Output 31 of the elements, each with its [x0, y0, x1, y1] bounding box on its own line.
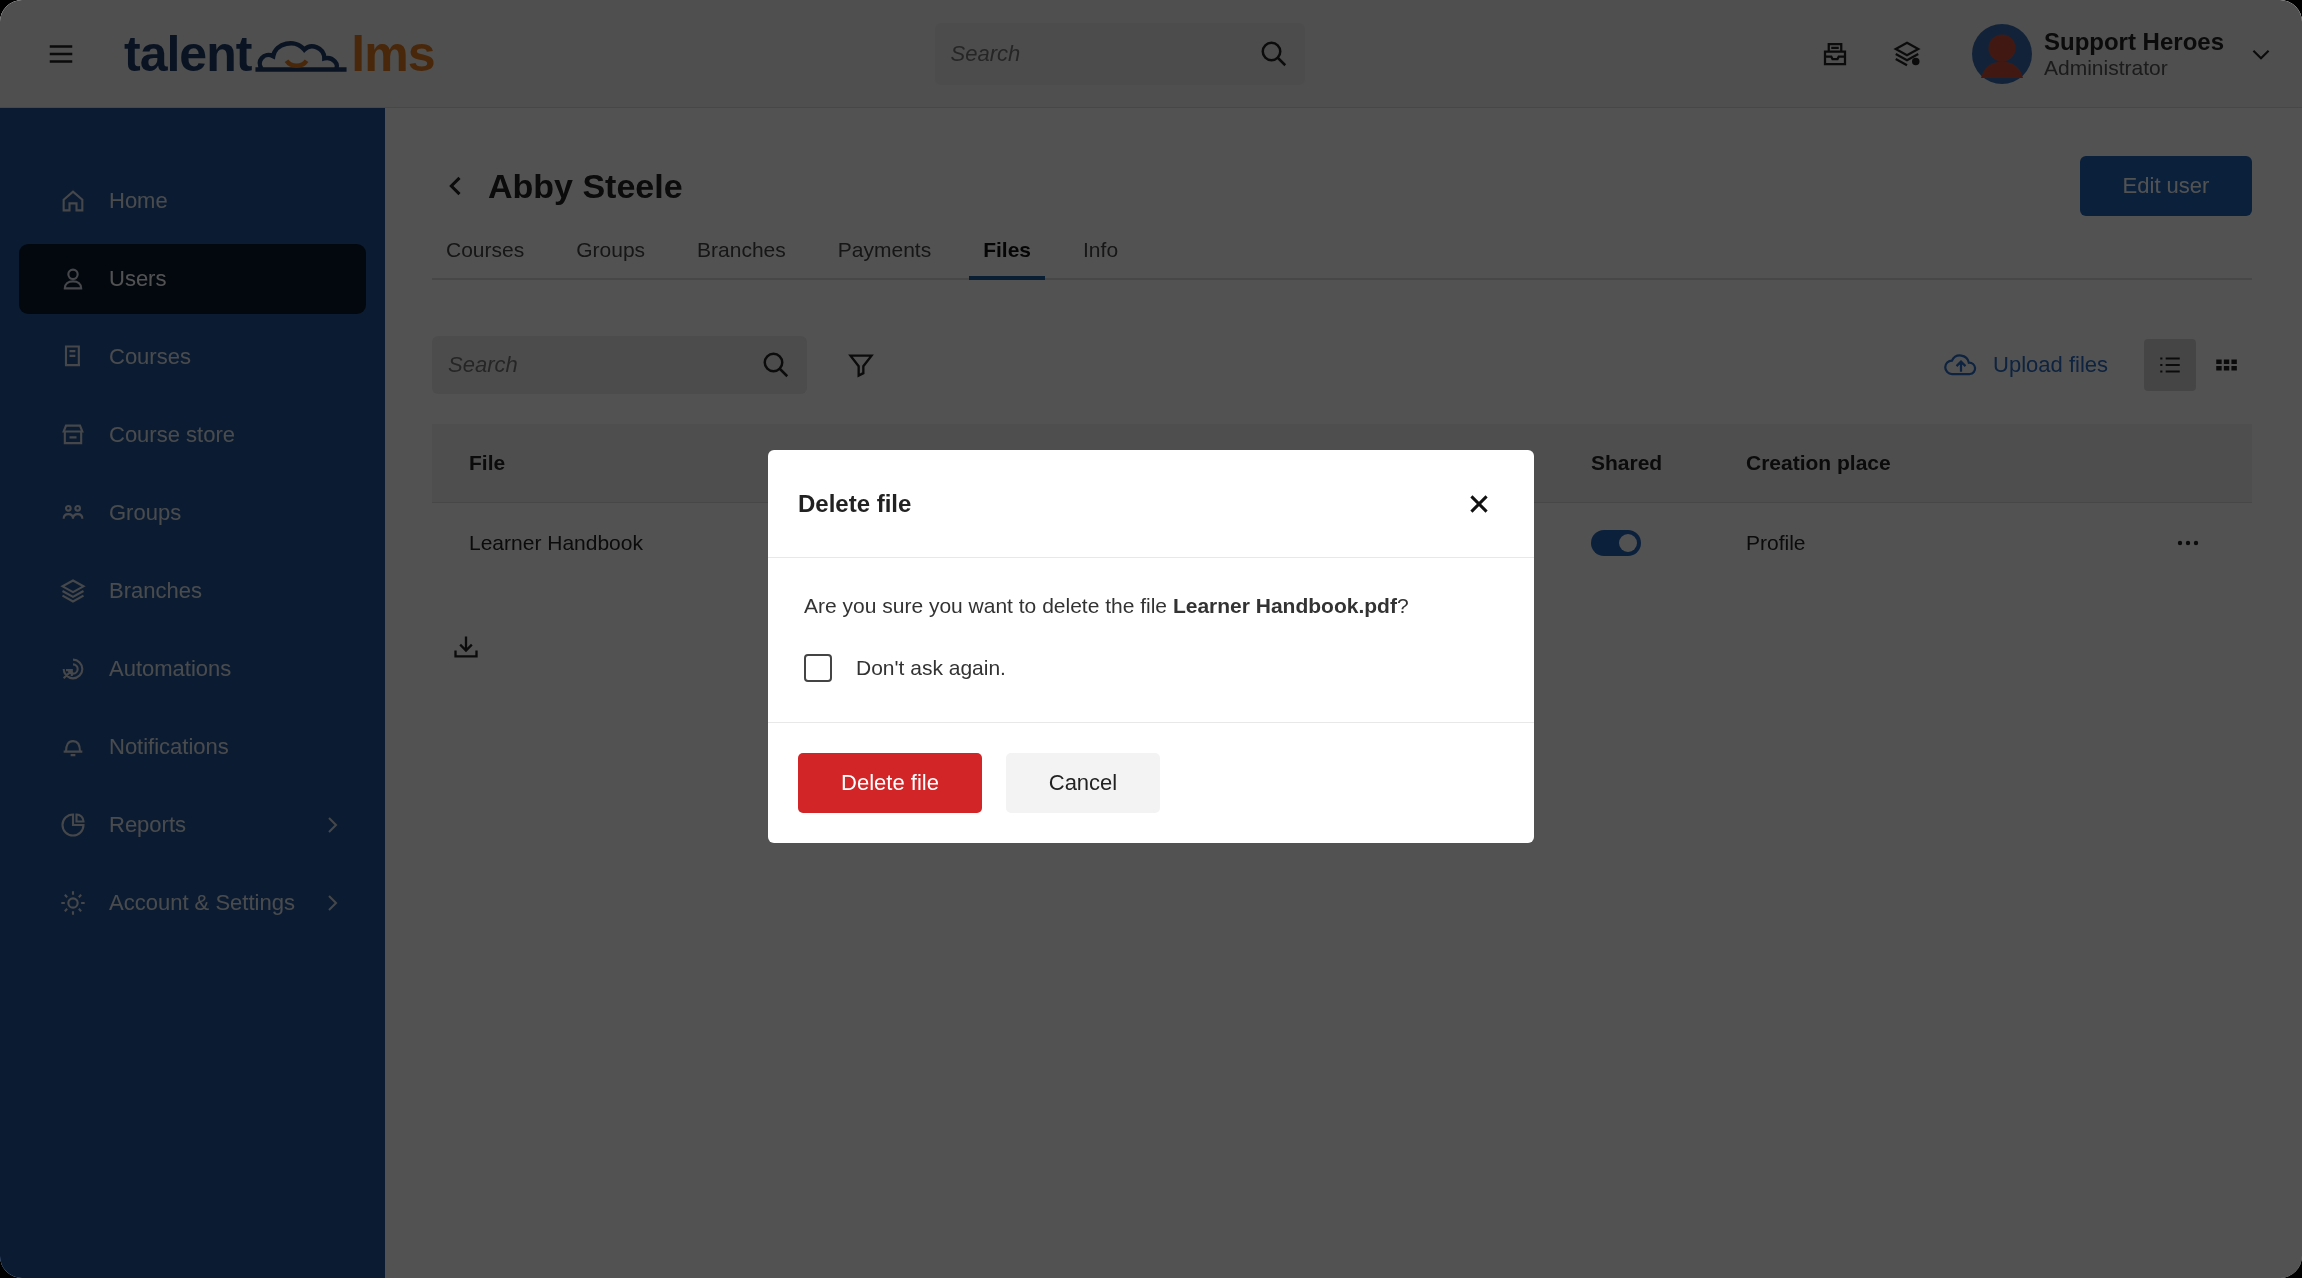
- cancel-button[interactable]: Cancel: [1006, 753, 1160, 813]
- page-title: Abby Steele: [488, 166, 683, 206]
- edit-user-button[interactable]: Edit user: [2080, 156, 2252, 216]
- checkbox[interactable]: [804, 654, 832, 682]
- column-header: Shared: [1591, 451, 1664, 475]
- layers-icon: [59, 577, 87, 605]
- tab[interactable]: Info: [1069, 228, 1133, 280]
- pie-chart-icon: [59, 811, 87, 839]
- list-view-button[interactable]: [2144, 339, 2196, 391]
- column-header: Creation place: [1746, 451, 1892, 475]
- tab[interactable]: Groups: [562, 228, 660, 280]
- logo-text: talent: [124, 24, 252, 83]
- delete-button[interactable]: Delete file: [798, 753, 982, 813]
- sidebar-item[interactable]: Users: [19, 244, 366, 314]
- search-icon[interactable]: [761, 350, 791, 380]
- dialog-title: Delete file: [798, 489, 912, 518]
- user-name: Support Heroes: [2043, 27, 2224, 56]
- logo-text: lms: [351, 24, 435, 83]
- table-cell-text: Learner Handbook: [468, 531, 644, 555]
- more-icon[interactable]: [2176, 539, 2200, 547]
- tab[interactable]: Files: [969, 228, 1046, 280]
- column-header: File: [468, 451, 507, 475]
- upload-files-button[interactable]: Upload files: [1937, 350, 2114, 380]
- shared-toggle[interactable]: [1591, 530, 1641, 556]
- tab[interactable]: Branches: [683, 228, 800, 280]
- tab[interactable]: Payments: [823, 228, 946, 280]
- dialog-message: Are you sure you want to delete the file Learner Handbook.pdf?: [804, 594, 1410, 618]
- avatar[interactable]: [1971, 23, 2032, 84]
- table-cell-text: Profile: [1746, 531, 1807, 555]
- checkbox-label: Don't ask again.: [856, 656, 1006, 680]
- tab[interactable]: Courses: [432, 228, 539, 280]
